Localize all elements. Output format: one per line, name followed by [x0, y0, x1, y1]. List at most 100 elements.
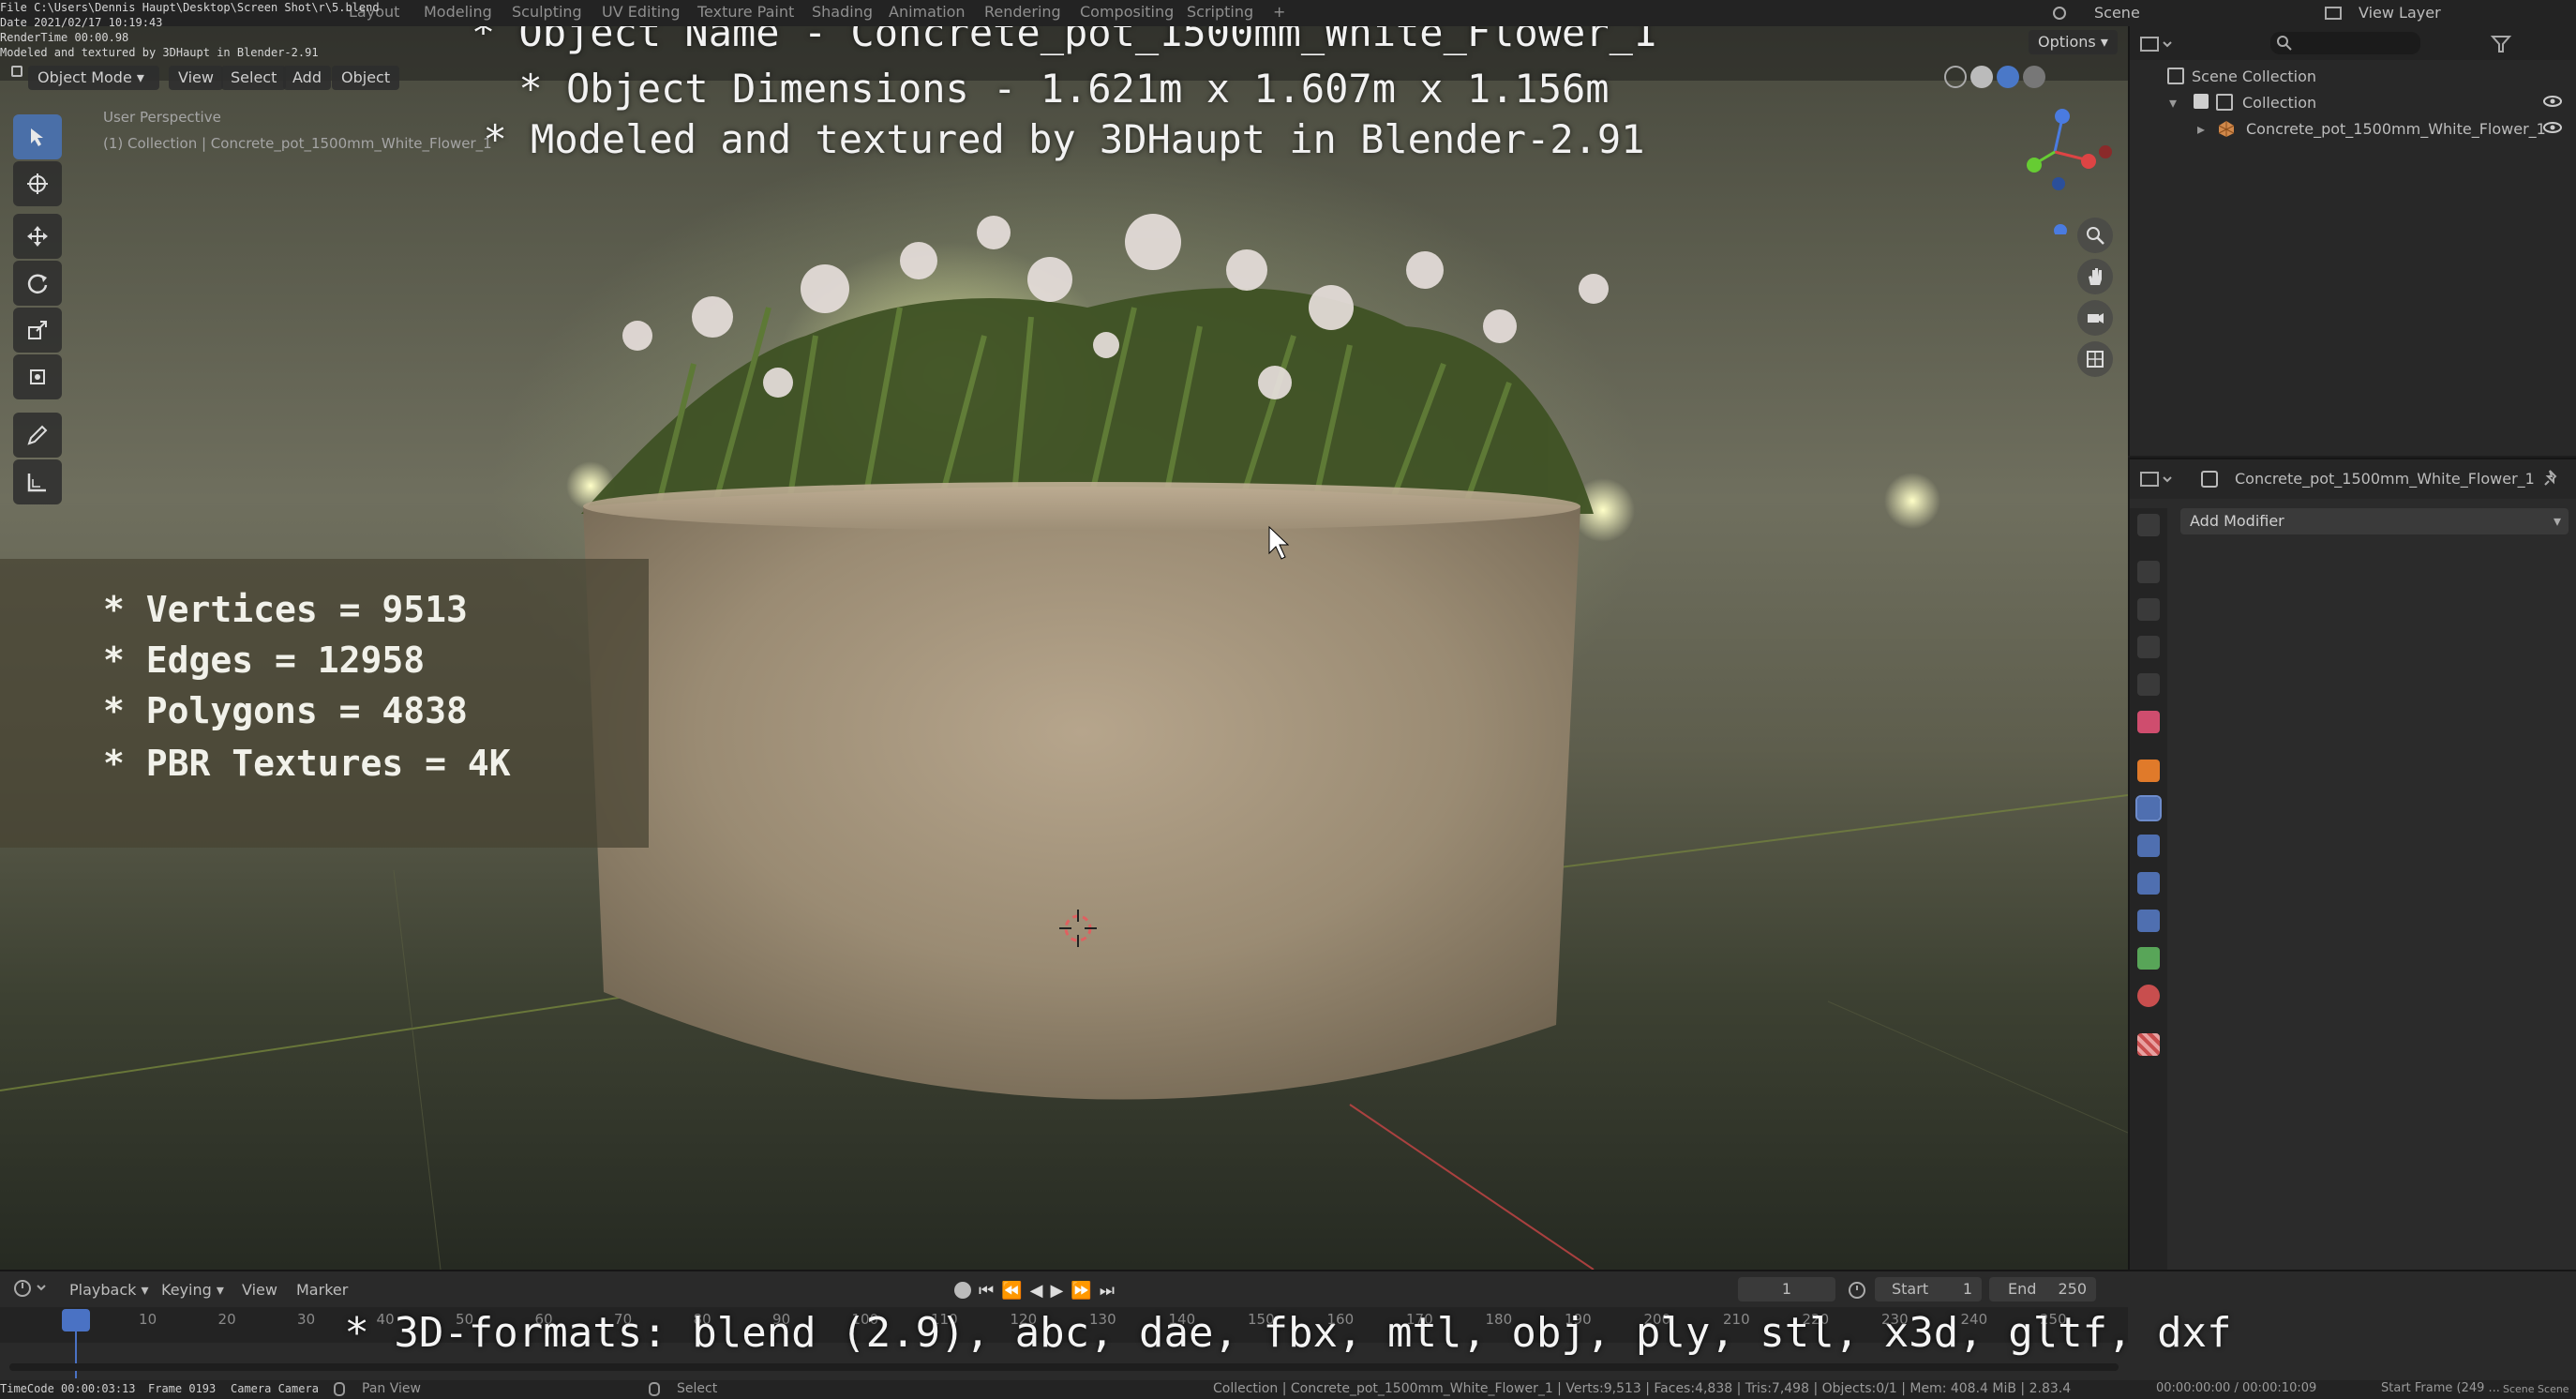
particle-properties-icon[interactable]: [2137, 835, 2160, 857]
prev-keyframe-icon[interactable]: ⏪: [1001, 1281, 1022, 1301]
measure-icon[interactable]: [13, 459, 62, 504]
scene-properties-icon[interactable]: [2137, 673, 2160, 696]
scene-collection-label[interactable]: Scene Collection: [2192, 68, 2316, 85]
add-modifier-dropdown[interactable]: Add Modifier ▾: [2180, 508, 2569, 534]
eye-icon[interactable]: [2542, 120, 2563, 135]
tab-uv-editing[interactable]: UV Editing: [602, 0, 680, 26]
object-properties-icon[interactable]: [2137, 760, 2160, 782]
zoom-icon[interactable]: [2077, 218, 2113, 253]
status-scene-stats: Collection | Concrete_pot_1500mm_White_F…: [1213, 1381, 2072, 1396]
collection-icon: [2216, 94, 2233, 111]
properties-object-name: Concrete_pot_1500mm_White_Flower_1: [2235, 470, 2535, 488]
timeline-view-menu[interactable]: View: [242, 1281, 277, 1299]
navigation-gizmo[interactable]: [1997, 103, 2128, 234]
annotate-icon[interactable]: [13, 413, 62, 458]
outliner-search-input[interactable]: [2270, 32, 2420, 54]
filter-icon[interactable]: [2490, 34, 2522, 54]
current-frame-value: 1: [1781, 1280, 1792, 1298]
move-icon[interactable]: [13, 214, 62, 259]
tab-scripting[interactable]: Scripting: [1187, 0, 1253, 26]
tab-animation[interactable]: Animation: [889, 0, 966, 26]
object-label[interactable]: Concrete_pot_1500mm_White_Flower_1: [2246, 120, 2546, 138]
marker-menu[interactable]: Marker: [296, 1281, 348, 1299]
pan-hand-icon[interactable]: [2077, 259, 2113, 294]
record-icon[interactable]: [954, 1282, 971, 1299]
scene-selector[interactable]: Scene: [2094, 4, 2140, 22]
status-bar: TimeCode 00:00:03:13 Frame 0193 Camera C…: [0, 1380, 2576, 1399]
transform-icon[interactable]: [13, 354, 62, 399]
rotate-icon[interactable]: [13, 261, 62, 306]
add-workspace-button[interactable]: +: [1273, 0, 1285, 26]
view-layer-icon[interactable]: [2323, 4, 2344, 23]
stamp-file: File C:\Users\Dennis Haupt\Desktop\Scree…: [0, 1, 380, 14]
play-reverse-icon[interactable]: ◀: [1030, 1281, 1043, 1301]
status-pan-view: Pan View: [362, 1381, 421, 1396]
collection-label[interactable]: Collection: [2242, 94, 2316, 112]
editor-type-icon[interactable]: [2139, 34, 2175, 54]
tab-shading[interactable]: Shading: [812, 0, 873, 26]
start-frame-field[interactable]: Start 1: [1875, 1277, 1982, 1301]
jump-end-icon[interactable]: ⏭: [1100, 1281, 1115, 1301]
stat-vertices: * Vertices = 9513: [103, 589, 468, 630]
scene-collection-icon: [2167, 68, 2184, 84]
scene-icon[interactable]: [2049, 4, 2070, 23]
modifier-properties-icon[interactable]: [2135, 795, 2162, 821]
stopwatch-icon[interactable]: [1847, 1279, 1867, 1300]
mesh-data-icon[interactable]: [2137, 947, 2160, 970]
output-properties-icon[interactable]: [2137, 598, 2160, 621]
timeline-editor-type-icon[interactable]: [11, 1277, 51, 1300]
properties-editor-icon[interactable]: [2139, 469, 2175, 489]
object-expand-toggle[interactable]: ▸: [2197, 120, 2205, 138]
end-label: End: [2008, 1280, 2037, 1298]
material-properties-icon[interactable]: [2137, 985, 2160, 1007]
outliner-panel[interactable]: Scene Collection ▾ Collection ▸ Concrete…: [2128, 26, 2576, 456]
playback-label: Playback: [69, 1281, 137, 1299]
tab-sculpting[interactable]: Sculpting: [512, 0, 582, 26]
top-bar: Layout Modeling Sculpting UV Editing Tex…: [0, 0, 2576, 26]
view-layer-properties-icon[interactable]: [2137, 636, 2160, 658]
eye-icon[interactable]: [2542, 94, 2563, 109]
tab-compositing[interactable]: Compositing: [1080, 0, 1174, 26]
world-properties-icon[interactable]: [2137, 711, 2160, 733]
add-modifier-label: Add Modifier: [2190, 512, 2284, 530]
tab-modeling[interactable]: Modeling: [424, 0, 492, 26]
mesh-object-icon: [2216, 118, 2237, 139]
3d-viewport[interactable]: Object Mode ▾ View Select Add Object Opt…: [0, 26, 2128, 1270]
formats-overlay: * 3D-formats: blend (2.9), abc, dae, fbx…: [344, 1309, 2232, 1357]
stat-polygons: * Polygons = 4838: [103, 690, 468, 731]
view-layer-selector[interactable]: View Layer: [2359, 4, 2441, 22]
render-properties-icon[interactable]: [2137, 561, 2160, 583]
status-select: Select: [677, 1381, 718, 1396]
pin-icon[interactable]: [2542, 469, 2561, 488]
physics-properties-icon[interactable]: [2137, 872, 2160, 895]
current-frame-field[interactable]: 1: [1738, 1277, 1835, 1301]
playback-menu[interactable]: Playback ▾: [69, 1281, 149, 1299]
tab-texture-paint[interactable]: Texture Paint: [697, 0, 794, 26]
stat-textures: * PBR Textures = 4K: [103, 743, 511, 784]
select-box-icon[interactable]: [13, 114, 62, 159]
stat-edges: * Edges = 12958: [103, 639, 426, 681]
stamp-note: Modeled and textured by 3DHaupt in Blend…: [0, 46, 319, 59]
properties-panel[interactable]: Concrete_pot_1500mm_White_Flower_1 Add M…: [2128, 458, 2576, 1271]
texture-properties-icon[interactable]: [2137, 1033, 2160, 1056]
timeline-scrollbar[interactable]: [9, 1363, 2119, 1371]
cursor-icon[interactable]: [13, 161, 62, 206]
collection-checkbox[interactable]: [2194, 94, 2209, 109]
camera-icon[interactable]: [2077, 300, 2113, 336]
search-icon: [2277, 36, 2292, 51]
keying-label: Keying: [161, 1281, 212, 1299]
tab-rendering[interactable]: Rendering: [984, 0, 1061, 26]
collection-expand-toggle[interactable]: ▾: [2169, 94, 2177, 112]
status-frame: Frame 0193: [148, 1382, 217, 1395]
end-frame-field[interactable]: End 250: [1989, 1277, 2096, 1301]
jump-start-icon[interactable]: ⏮: [979, 1281, 994, 1301]
play-icon[interactable]: ▶: [1050, 1281, 1063, 1301]
scale-icon[interactable]: [13, 308, 62, 353]
constraint-properties-icon[interactable]: [2137, 910, 2160, 932]
tool-settings-icon[interactable]: [2137, 514, 2160, 536]
next-keyframe-icon[interactable]: ⏩: [1071, 1281, 1091, 1301]
ortho-grid-icon[interactable]: [2077, 341, 2113, 377]
object-data-icon: [2201, 471, 2218, 488]
keying-menu[interactable]: Keying ▾: [161, 1281, 224, 1299]
status-start-frame: Start Frame (249 ...: [2381, 1381, 2500, 1395]
